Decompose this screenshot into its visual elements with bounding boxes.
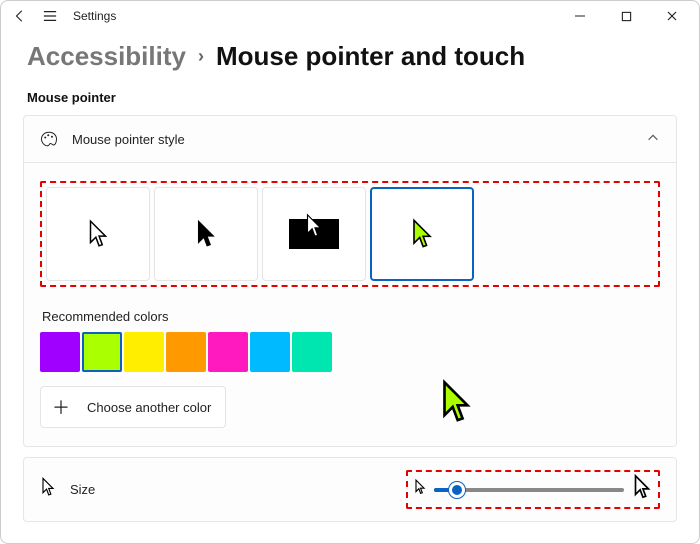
close-button[interactable] xyxy=(649,1,695,31)
breadcrumb: Accessibility › Mouse pointer and touch xyxy=(1,31,699,76)
pointer-style-white[interactable] xyxy=(46,187,150,281)
pointer-style-inverted[interactable] xyxy=(262,187,366,281)
cursor-icon xyxy=(40,477,56,502)
color-swatch[interactable] xyxy=(250,332,290,372)
plus-icon: ＋ xyxy=(47,393,75,421)
page-title: Mouse pointer and touch xyxy=(216,41,525,72)
pointer-style-panel: Mouse pointer style xyxy=(23,115,677,447)
app-name: Settings xyxy=(73,9,116,23)
color-swatch[interactable] xyxy=(124,332,164,372)
pointer-style-expander[interactable]: Mouse pointer style xyxy=(24,116,676,162)
recommended-colors-row xyxy=(40,332,660,372)
maximize-button[interactable] xyxy=(603,1,649,31)
titlebar: Settings xyxy=(1,1,699,31)
menu-icon[interactable] xyxy=(43,9,57,23)
back-icon[interactable] xyxy=(13,9,27,23)
pointer-style-black[interactable] xyxy=(154,187,258,281)
color-swatch[interactable] xyxy=(166,332,206,372)
expander-title: Mouse pointer style xyxy=(72,132,632,147)
chevron-right-icon: › xyxy=(198,46,204,67)
recommended-colors-label: Recommended colors xyxy=(42,309,660,324)
color-swatch[interactable] xyxy=(208,332,248,372)
annotation-highlight-styles xyxy=(40,181,660,287)
choose-another-color-button[interactable]: ＋ Choose another color xyxy=(40,386,226,428)
annotation-highlight-size xyxy=(406,470,660,509)
pointer-size-panel: Size xyxy=(23,457,677,522)
size-label: Size xyxy=(70,482,392,497)
cursor-large-icon xyxy=(632,474,652,505)
breadcrumb-parent[interactable]: Accessibility xyxy=(27,41,186,72)
chevron-up-icon xyxy=(646,131,660,148)
color-swatch[interactable] xyxy=(292,332,332,372)
palette-icon xyxy=(40,130,58,148)
pointer-style-custom[interactable] xyxy=(370,187,474,281)
cursor-preview-icon xyxy=(437,379,475,430)
pointer-style-body: Recommended colors ＋ Choose another colo… xyxy=(24,162,676,446)
color-swatch[interactable] xyxy=(40,332,80,372)
size-slider[interactable] xyxy=(434,488,624,492)
choose-another-color-label: Choose another color xyxy=(87,400,211,415)
section-label: Mouse pointer xyxy=(1,76,699,115)
color-swatch[interactable] xyxy=(82,332,122,372)
cursor-small-icon xyxy=(414,479,426,500)
minimize-button[interactable] xyxy=(557,1,603,31)
